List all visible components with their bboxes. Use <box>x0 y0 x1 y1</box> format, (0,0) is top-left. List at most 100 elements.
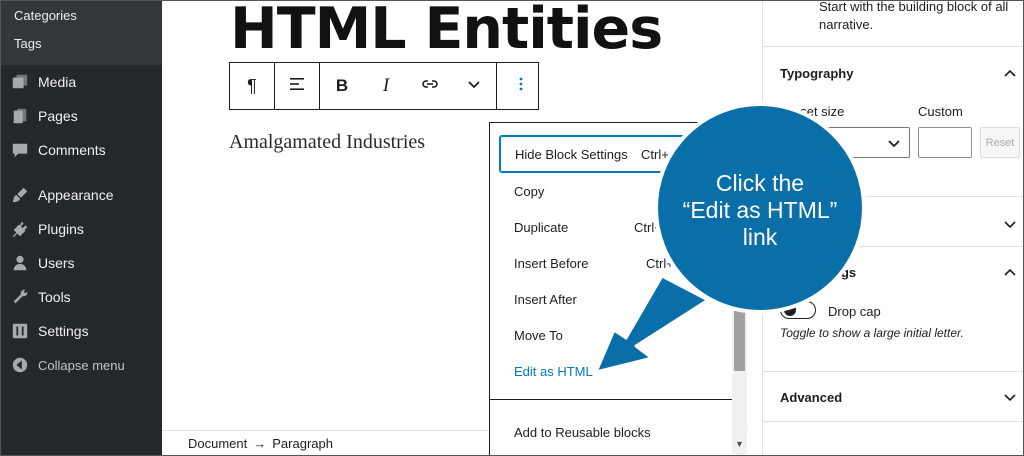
callout-line: Click the <box>715 170 805 196</box>
menu-item-label: Move To <box>514 327 563 343</box>
reset-button[interactable]: Reset <box>980 127 1020 158</box>
block-toolbar: ¶ B I <box>229 62 539 110</box>
comments-icon <box>10 140 30 160</box>
italic-button[interactable]: I <box>364 63 408 109</box>
collapse-menu-label: Collapse menu <box>38 357 125 373</box>
toolbar-group-formatting: B I <box>320 63 497 109</box>
align-left-icon <box>287 74 307 99</box>
plugins-icon <box>10 219 30 239</box>
sidebar-item-label: Appearance <box>38 187 114 203</box>
paragraph-block[interactable]: Amalgamated Industries <box>229 131 425 154</box>
posts-submenu: Categories Tags <box>0 0 162 65</box>
link-icon <box>420 74 440 99</box>
tools-icon <box>10 287 30 307</box>
sidebar-item-label: Comments <box>38 142 106 158</box>
callout-line: link <box>742 224 778 250</box>
collapse-menu-button[interactable]: Collapse menu <box>0 351 162 379</box>
panel-divider <box>763 371 1024 372</box>
toolbar-group-more <box>497 63 545 109</box>
sidebar-item-users[interactable]: Users <box>0 249 162 277</box>
sidebar-item-pages[interactable]: Pages <box>0 102 162 130</box>
chevron-down-icon[interactable] <box>1003 390 1017 404</box>
sidebar-item-comments[interactable]: Comments <box>0 136 162 164</box>
add-to-reusable-blocks-item[interactable]: Add to Reusable blocks <box>490 415 732 449</box>
advanced-heading[interactable]: Advanced <box>780 390 842 405</box>
vertical-ellipsis-icon <box>511 74 531 99</box>
drop-cap-help-text: Toggle to show a large initial letter. <box>780 326 964 340</box>
breadcrumb-separator: → <box>253 436 267 451</box>
preset-size-label: eset size <box>793 104 845 119</box>
callout-text: Click the “Edit as HTML” link <box>660 170 860 251</box>
sidebar-item-label: Plugins <box>38 221 84 237</box>
drop-cap-label: Drop cap <box>828 304 881 319</box>
users-icon <box>10 253 30 273</box>
menu-item-label: Insert After <box>514 291 577 307</box>
breadcrumb-document[interactable]: Document <box>188 436 247 451</box>
insert-after-item[interactable]: Insert After t+Y <box>490 282 732 316</box>
sidebar-item-settings[interactable]: Settings <box>0 317 162 345</box>
sidebar-item-plugins[interactable]: Plugins <box>0 215 162 243</box>
chevron-up-icon[interactable] <box>1003 66 1017 80</box>
sidebar-item-label: Pages <box>38 108 78 124</box>
toolbar-group-alignment <box>275 63 320 109</box>
collapse-icon <box>10 355 30 375</box>
sidebar-item-label: Users <box>38 255 75 271</box>
submenu-item-tags[interactable]: Tags <box>14 36 41 51</box>
sidebar-item-label: Tools <box>38 289 71 305</box>
menu-item-label: Add to Reusable blocks <box>514 424 651 440</box>
post-title[interactable]: HTML Entities <box>230 0 663 62</box>
preset-size-select[interactable] <box>780 127 910 158</box>
italic-icon: I <box>382 75 390 96</box>
sidebar-item-label: Media <box>38 74 77 90</box>
align-button[interactable] <box>275 63 319 109</box>
sidebar-item-tools[interactable]: Tools <box>0 283 162 311</box>
chevron-down-icon[interactable] <box>1003 217 1017 231</box>
link-button[interactable] <box>408 63 452 109</box>
submenu-item-categories[interactable]: Categories <box>14 8 77 23</box>
more-formatting-button[interactable] <box>452 63 496 109</box>
hide-block-settings-item[interactable]: Hide Block Settings Ctrl+ <box>500 136 740 172</box>
typography-heading[interactable]: Typography <box>780 66 853 81</box>
menu-item-shortcut: Ctrl+ <box>641 146 669 162</box>
menu-item-shortcut: Ctrl+ <box>646 255 674 271</box>
drop-cap-toggle[interactable] <box>780 301 816 319</box>
admin-sidebar: Categories Tags Media Pages Comments App… <box>0 0 162 456</box>
sidebar-item-label: Settings <box>38 323 89 339</box>
menu-item-label: Hide Block Settings <box>515 146 628 162</box>
custom-size-label: Custom <box>918 104 963 119</box>
more-options-button[interactable] <box>497 63 545 109</box>
sidebar-item-media[interactable]: Media <box>0 68 162 96</box>
scroll-down-icon[interactable]: ▼ <box>735 439 744 449</box>
custom-size-input[interactable] <box>918 127 972 158</box>
move-to-item[interactable]: Move To <box>490 318 732 352</box>
sidebar-item-appearance[interactable]: Appearance <box>0 181 162 209</box>
menu-scrollbar-thumb[interactable] <box>734 133 745 371</box>
chevron-down-icon <box>887 136 901 150</box>
block-description: Start with the building block of all nar… <box>819 0 1009 32</box>
media-icon <box>10 72 30 92</box>
pages-icon <box>10 106 30 126</box>
menu-item-label: Edit as HTML <box>514 363 593 379</box>
paragraph-block-button[interactable]: ¶ <box>230 63 274 109</box>
paragraph-icon: ¶ <box>247 75 257 96</box>
panel-divider <box>763 46 1024 47</box>
breadcrumb-paragraph[interactable]: Paragraph <box>272 436 333 451</box>
menu-item-label: Duplicate <box>514 219 569 235</box>
menu-item-label: Copy <box>514 183 545 199</box>
menu-item-shortcut: Ctrl+ <box>634 219 662 235</box>
toggle-knob <box>784 304 796 316</box>
menu-item-label: Insert Before <box>514 255 589 271</box>
toolbar-group-block-type: ¶ <box>230 63 275 109</box>
menu-item-shortcut: t+Y <box>686 291 706 307</box>
edit-as-html-item[interactable]: Edit as HTML <box>490 354 732 388</box>
text-settings-heading[interactable]: ngs <box>833 265 856 280</box>
bold-icon: B <box>335 76 349 95</box>
bold-button[interactable]: B <box>320 63 364 109</box>
chevron-down-icon <box>464 74 484 99</box>
chevron-up-icon[interactable] <box>1003 265 1017 279</box>
callout-line: “Edit as HTML” <box>682 197 838 223</box>
menu-separator <box>490 399 732 400</box>
settings-icon <box>10 321 30 341</box>
insert-before-item[interactable]: Insert Before Ctrl+ <box>490 246 732 280</box>
appearance-icon <box>10 185 30 205</box>
